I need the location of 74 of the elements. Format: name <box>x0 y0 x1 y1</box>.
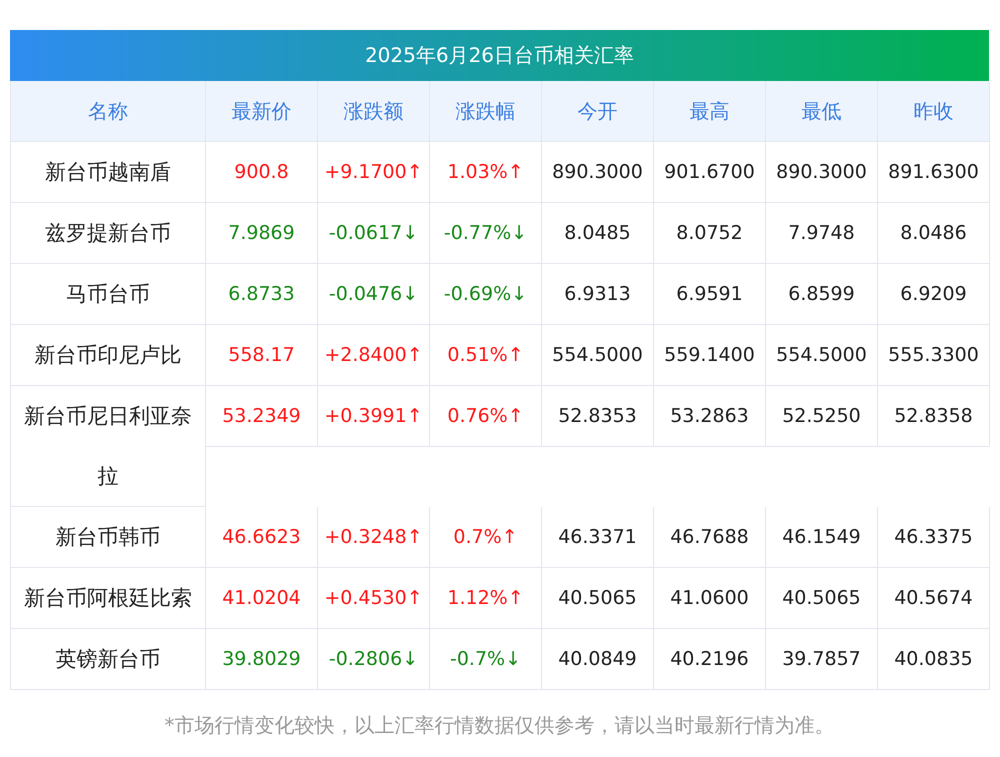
table-cell: 8.0485 <box>542 203 654 264</box>
table-cell: 554.5000 <box>766 325 878 386</box>
table-cell: 41.0204 <box>206 568 318 629</box>
column-header: 名称 <box>11 81 206 142</box>
table-cell: 新台币印尼卢比 <box>11 325 206 386</box>
table-cell: -0.0617↓ <box>318 203 430 264</box>
column-header: 最高 <box>654 81 766 142</box>
table-cell: 马币台币 <box>11 264 206 325</box>
table-cell: +9.1700↑ <box>318 142 430 203</box>
table-cell: 46.1549 <box>766 507 878 568</box>
table-cell: 0.76%↑ <box>430 386 542 447</box>
table-cell: +2.8400↑ <box>318 325 430 386</box>
table-cell: +0.3248↑ <box>318 507 430 568</box>
table-cell: 559.1400 <box>654 325 766 386</box>
table-title: 2025年6月26日台币相关汇率 <box>10 30 989 81</box>
column-header: 昨收 <box>878 81 990 142</box>
table-cell: 53.2349 <box>206 386 318 447</box>
table-cell: 52.8358 <box>878 386 990 447</box>
table-cell: 新台币阿根廷比索 <box>11 568 206 629</box>
table-cell: 7.9748 <box>766 203 878 264</box>
table-cell: 8.0752 <box>654 203 766 264</box>
table-cell: 8.0486 <box>878 203 990 264</box>
table-cell: 40.2196 <box>654 629 766 690</box>
column-header: 今开 <box>542 81 654 142</box>
table-cell: 40.5674 <box>878 568 990 629</box>
table-cell: 7.9869 <box>206 203 318 264</box>
table-cell: 890.3000 <box>542 142 654 203</box>
column-header: 最新价 <box>206 81 318 142</box>
table-cell: 39.7857 <box>766 629 878 690</box>
table-cell: -0.7%↓ <box>430 629 542 690</box>
table-cell: 890.3000 <box>766 142 878 203</box>
table-cell: 新台币尼日利亚奈拉 <box>11 386 206 507</box>
table-cell: 46.3371 <box>542 507 654 568</box>
table-cell: 46.7688 <box>654 507 766 568</box>
table-cell: +0.4530↑ <box>318 568 430 629</box>
table-cell: 英镑新台币 <box>11 629 206 690</box>
table-cell: 900.8 <box>206 142 318 203</box>
table-cell: 6.8599 <box>766 264 878 325</box>
table-cell: 0.51%↑ <box>430 325 542 386</box>
table-cell: 6.8733 <box>206 264 318 325</box>
table-cell: -0.69%↓ <box>430 264 542 325</box>
table-cell: 901.6700 <box>654 142 766 203</box>
table-cell: 891.6300 <box>878 142 990 203</box>
column-header: 涨跌额 <box>318 81 430 142</box>
table-cell: 1.03%↑ <box>430 142 542 203</box>
table-cell: 40.0849 <box>542 629 654 690</box>
table-cell: 555.3300 <box>878 325 990 386</box>
table-cell: 53.2863 <box>654 386 766 447</box>
table-cell: 41.0600 <box>654 568 766 629</box>
table-cell: 6.9209 <box>878 264 990 325</box>
table-cell: +0.3991↑ <box>318 386 430 447</box>
table-cell: 558.17 <box>206 325 318 386</box>
column-header: 最低 <box>766 81 878 142</box>
table-cell: -0.0476↓ <box>318 264 430 325</box>
table-cell: 0.7%↑ <box>430 507 542 568</box>
table-cell: 1.12%↑ <box>430 568 542 629</box>
table-cell: 6.9313 <box>542 264 654 325</box>
table-cell: 新台币越南盾 <box>11 142 206 203</box>
table-cell: 46.3375 <box>878 507 990 568</box>
table-cell: 39.8029 <box>206 629 318 690</box>
table-cell: 40.0835 <box>878 629 990 690</box>
column-header: 涨跌幅 <box>430 81 542 142</box>
table-cell: 52.5250 <box>766 386 878 447</box>
table-cell: 兹罗提新台币 <box>11 203 206 264</box>
table-cell: -0.2806↓ <box>318 629 430 690</box>
table-cell: 46.6623 <box>206 507 318 568</box>
table-cell: 6.9591 <box>654 264 766 325</box>
table-cell: 52.8353 <box>542 386 654 447</box>
table-cell: 40.5065 <box>766 568 878 629</box>
table-cell: 40.5065 <box>542 568 654 629</box>
table-cell: 新台币韩币 <box>11 507 206 568</box>
table-cell: 554.5000 <box>542 325 654 386</box>
table-cell: -0.77%↓ <box>430 203 542 264</box>
disclaimer-note: *市场行情变化较快，以上汇率行情数据仅供参考，请以当时最新行情为准。 <box>164 712 836 739</box>
